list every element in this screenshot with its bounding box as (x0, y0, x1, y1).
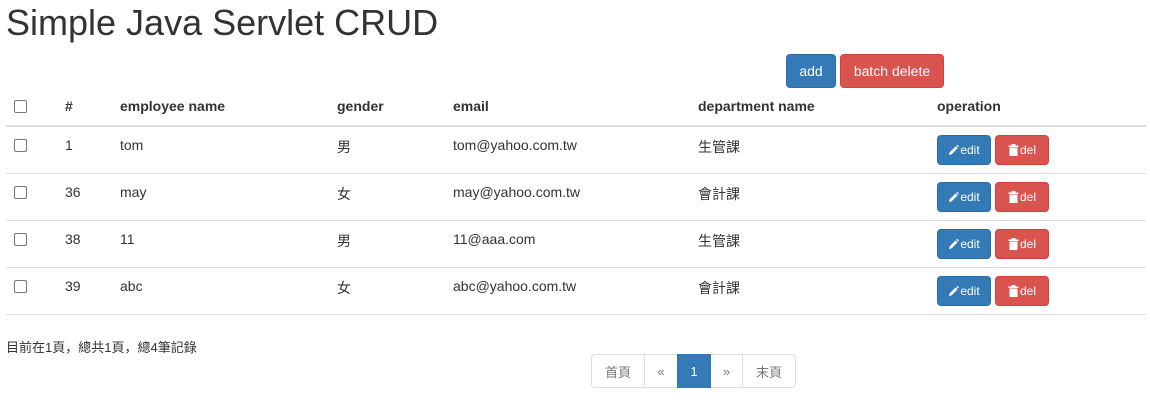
batch-delete-button[interactable]: batch delete (840, 54, 944, 88)
pencil-icon (948, 285, 960, 297)
cell-department: 生管課 (690, 126, 929, 174)
pencil-icon (948, 191, 960, 203)
pencil-icon (948, 238, 960, 250)
delete-button[interactable]: del (995, 228, 1049, 259)
del-label: del (1019, 236, 1036, 251)
page-info: 目前在1頁，總共1頁，總4筆記錄 (6, 340, 197, 355)
cell-operation: edit del (929, 126, 1146, 174)
delete-button[interactable]: del (995, 275, 1049, 306)
pagination-current[interactable]: 1 (677, 354, 711, 388)
cell-email: tom@yahoo.com.tw (445, 126, 690, 174)
cell-gender: 女 (329, 267, 445, 315)
cell-operation: edit del (929, 173, 1146, 221)
cell-department: 會計課 (690, 267, 929, 315)
employee-table: # employee name gender email department … (6, 87, 1146, 315)
pagination-next[interactable]: » (710, 354, 743, 388)
table-row: 38 11 男 11@aaa.com 生管課 edit del (6, 220, 1146, 268)
cell-id: 36 (57, 173, 112, 221)
pagination-prev[interactable]: « (644, 354, 678, 388)
row-checkbox[interactable] (14, 139, 27, 152)
pencil-icon (948, 144, 960, 156)
del-label: del (1019, 283, 1036, 298)
del-label: del (1019, 143, 1036, 157)
column-header-id: # (57, 87, 112, 127)
cell-gender: 男 (329, 126, 445, 174)
column-header-gender: gender (329, 87, 445, 127)
edit-button[interactable]: edit (937, 275, 991, 306)
select-all-checkbox[interactable] (14, 100, 27, 113)
page-title: Simple Java Servlet CRUD (6, 2, 439, 43)
column-header-department: department name (690, 87, 929, 127)
row-checkbox[interactable] (14, 232, 27, 246)
trash-icon (1008, 144, 1019, 156)
edit-label: edit (960, 283, 980, 298)
edit-label: edit (960, 236, 980, 251)
cell-name: abc (112, 267, 329, 315)
cell-id: 38 (57, 220, 112, 268)
top-actions: add batch delete (786, 54, 944, 88)
column-header-operation: operation (929, 87, 1146, 127)
trash-icon (1008, 237, 1019, 250)
del-label: del (1019, 189, 1036, 204)
table-header-row: # employee name gender email department … (6, 87, 1146, 127)
delete-button[interactable]: del (995, 135, 1049, 165)
cell-email: 11@aaa.com (445, 220, 690, 268)
cell-operation: edit del (929, 220, 1146, 268)
table-row: 36 may 女 may@yahoo.com.tw 會計課 edit del (6, 173, 1146, 221)
pagination: 首頁 « 1 » 末頁 (591, 354, 796, 388)
column-header-name: employee name (112, 87, 329, 127)
edit-button[interactable]: edit (937, 228, 991, 259)
add-button[interactable]: add (786, 54, 836, 88)
edit-label: edit (960, 143, 980, 157)
cell-id: 39 (57, 267, 112, 315)
cell-gender: 女 (329, 173, 445, 221)
column-header-email: email (445, 87, 690, 127)
row-checkbox[interactable] (14, 185, 27, 199)
pagination-first[interactable]: 首頁 (591, 354, 645, 388)
delete-button[interactable]: del (995, 181, 1049, 212)
table-row: 39 abc 女 abc@yahoo.com.tw 會計課 edit del (6, 267, 1146, 315)
select-all-cell (6, 87, 57, 127)
cell-operation: edit del (929, 267, 1146, 315)
cell-name: tom (112, 126, 329, 174)
table-row: 1 tom 男 tom@yahoo.com.tw 生管課 edit del (6, 126, 1146, 174)
cell-gender: 男 (329, 220, 445, 268)
row-checkbox[interactable] (14, 279, 27, 293)
edit-button[interactable]: edit (937, 181, 991, 212)
edit-button[interactable]: edit (937, 135, 991, 165)
edit-label: edit (960, 189, 980, 204)
cell-department: 會計課 (690, 173, 929, 221)
cell-name: may (112, 173, 329, 221)
cell-email: may@yahoo.com.tw (445, 173, 690, 221)
cell-name: 11 (112, 220, 329, 268)
trash-icon (1008, 284, 1019, 297)
cell-email: abc@yahoo.com.tw (445, 267, 690, 315)
cell-department: 生管課 (690, 220, 929, 268)
cell-id: 1 (57, 126, 112, 174)
trash-icon (1008, 190, 1019, 203)
pagination-last[interactable]: 末頁 (742, 354, 796, 388)
